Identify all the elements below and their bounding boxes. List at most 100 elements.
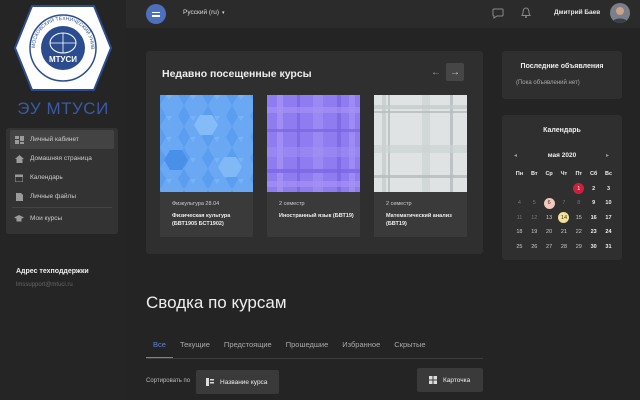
top-navbar: Русский (ru) ▾ Дмитрий Баев	[126, 0, 640, 28]
language-label: Русский (ru)	[183, 9, 220, 16]
arrow-left-icon: ←	[431, 66, 441, 78]
next-page-button[interactable]: →	[446, 63, 464, 81]
course-image-hexagons	[160, 95, 253, 192]
calendar-title: Календарь	[543, 127, 581, 134]
calendar-day[interactable]: 13	[542, 215, 557, 221]
notifications-bell-icon[interactable]	[520, 7, 532, 19]
tab-filter[interactable]: Прошедшие	[279, 331, 336, 358]
latest-announcements-block: Последние объявления (Пока объявлений не…	[502, 51, 622, 99]
weekday-header: Чт	[560, 171, 568, 178]
calendar-day[interactable]: 2	[586, 186, 601, 192]
graduation-cap-icon	[14, 215, 24, 223]
calendar-event-day[interactable]: 14	[558, 212, 570, 224]
home-icon	[14, 154, 24, 163]
weekday-header: Ср	[545, 171, 553, 178]
nav-menu: Личный кабинет Домашняя страница Календа…	[6, 128, 118, 234]
nav-item-label: Мои курсы	[30, 215, 63, 222]
tab-filter[interactable]: Скрытые	[387, 331, 432, 358]
calendar-day[interactable]: 12	[527, 215, 542, 221]
course-card[interactable]: 2 семестр Иностранный язык (БВТ19)	[267, 95, 360, 237]
calendar-day[interactable]: 29	[571, 244, 586, 250]
weekday-header: Вт	[530, 171, 538, 178]
weekday-header: Пн	[515, 171, 524, 178]
arrow-right-icon: →	[450, 66, 460, 78]
announcements-empty: (Пока объявлений нет)	[516, 80, 580, 86]
calendar-day[interactable]: 1	[571, 183, 586, 195]
calendar-day[interactable]: 16	[586, 215, 601, 221]
calendar-day[interactable]: 22	[571, 229, 586, 235]
nav-item-calendar[interactable]: Календарь	[6, 168, 118, 187]
course-filter-tabs: Все Текущие Предстоящие Прошедшие Избранное С…	[146, 331, 483, 359]
weekday-header: Пт	[575, 171, 583, 178]
calendar-next-month-icon[interactable]: ▸	[606, 152, 609, 159]
calendar-day[interactable]: 19	[527, 229, 542, 235]
calendar-day[interactable]: 5	[527, 200, 542, 206]
support-email-link[interactable]: lmssupport@mtuci.ru	[16, 282, 73, 288]
user-avatar[interactable]	[610, 3, 630, 23]
nav-item-my-courses[interactable]: Мои курсы	[6, 209, 118, 228]
sort-dropdown[interactable]: Название курса	[196, 370, 279, 394]
calendar-day[interactable]: 20	[542, 229, 557, 235]
calendar-day[interactable]: 27	[542, 244, 557, 250]
tab-filter[interactable]: Избранное	[335, 331, 387, 358]
support-title: Адрес техподдержки	[16, 268, 89, 275]
course-card[interactable]: 2 семестр Математический анализ (БВТ19)	[374, 95, 467, 237]
calendar-day[interactable]: 28	[557, 244, 572, 250]
calendar-day[interactable]: 3	[601, 186, 616, 192]
calendar-day[interactable]: 8	[571, 200, 586, 206]
calendar-day[interactable]: 30	[586, 244, 601, 250]
recent-courses-block: Недавно посещенные курсы ← → Физкультура…	[146, 51, 483, 254]
drawer-toggle-button[interactable]	[146, 4, 166, 24]
calendar-day[interactable]: 14	[557, 212, 572, 224]
calendar-day[interactable]: 17	[601, 215, 616, 221]
course-category: 2 семестр	[279, 201, 305, 207]
course-category: Физкультура 28.04	[172, 201, 220, 207]
messages-icon[interactable]	[492, 7, 504, 19]
prev-page-button[interactable]: ←	[427, 63, 445, 81]
calendar-day[interactable]: 15	[571, 215, 586, 221]
nav-item-label: Домашняя страница	[30, 155, 92, 162]
tab-filter[interactable]: Все	[146, 331, 173, 358]
calendar-day[interactable]: 4	[512, 200, 527, 206]
calendar-event-day[interactable]: 6	[543, 197, 555, 209]
tab-filter[interactable]: Предстоящие	[217, 331, 279, 358]
course-title-link[interactable]: Физическая культура (БВТ1905 БСТ1902)	[172, 212, 250, 228]
calendar-day[interactable]: 24	[601, 229, 616, 235]
calendar-day[interactable]: 26	[527, 244, 542, 250]
logo-text: МТУСИ	[49, 55, 77, 64]
weekday-header: Вс	[604, 171, 612, 178]
user-name[interactable]: Дмитрий Баев	[554, 9, 600, 16]
calendar-day[interactable]: 25	[512, 244, 527, 250]
nav-item-label: Календарь	[30, 174, 63, 181]
sort-alpha-icon	[206, 378, 214, 386]
nav-item-label: Личные файлы	[30, 193, 77, 200]
view-mode-dropdown[interactable]: Карточка	[417, 368, 483, 392]
nav-drawer: МТУСИ МОСКОВСКИЙ ТЕХНИЧЕСКИЙ УНИВЕРСИТЕТ…	[0, 0, 126, 400]
calendar-day[interactable]: 7	[557, 200, 572, 206]
calendar-block: Календарь ◂ мая 2020 ▸ Пн Вт Ср Чт Пт Сб Вс 1 2 3…	[502, 115, 622, 260]
university-logo[interactable]: МТУСИ МОСКОВСКИЙ ТЕХНИЧЕСКИЙ УНИВЕРСИТЕТ…	[14, 4, 112, 92]
calendar-day[interactable]: 11	[512, 215, 527, 221]
calendar-grid: Пн Вт Ср Чт Пт Сб Вс 1 2 3 4 5 6 7 8 9 10 11 12 13 14 15 16 17 1…	[512, 167, 616, 254]
weekday-header: Сб	[589, 171, 598, 178]
nav-item-label: Личный кабинет	[30, 136, 79, 143]
nav-item-home[interactable]: Домашняя страница	[6, 149, 118, 168]
calendar-day[interactable]: 31	[601, 244, 616, 250]
calendar-day[interactable]: 6	[542, 197, 557, 209]
course-title-link[interactable]: Математический анализ (БВТ19)	[386, 212, 464, 228]
course-card[interactable]: Физкультура 28.04 Физическая культура (Б…	[160, 95, 253, 237]
calendar-day[interactable]: 23	[586, 229, 601, 235]
tab-filter[interactable]: Текущие	[173, 331, 217, 358]
course-image-plaid	[267, 95, 360, 192]
nav-item-files[interactable]: Личные файлы	[6, 187, 118, 206]
calendar-day[interactable]: 10	[601, 200, 616, 206]
calendar-day[interactable]: 21	[557, 229, 572, 235]
course-title-link[interactable]: Иностранный язык (БВТ19)	[279, 212, 357, 220]
language-selector[interactable]: Русский (ru) ▾	[183, 9, 225, 16]
nav-item-dashboard[interactable]: Личный кабинет	[10, 130, 114, 149]
sort-label: Сортировать по	[146, 378, 191, 384]
calendar-day[interactable]: 9	[586, 200, 601, 206]
recent-courses-title: Недавно посещенные курсы	[162, 68, 312, 80]
calendar-event-day[interactable]: 1	[573, 183, 585, 195]
calendar-day[interactable]: 18	[512, 229, 527, 235]
